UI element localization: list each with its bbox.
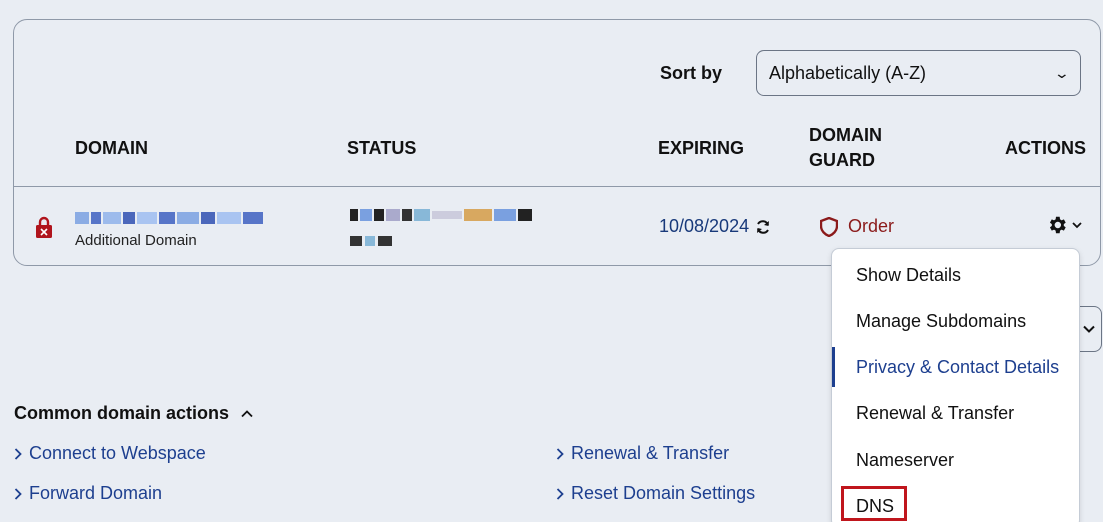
column-header-guard-1: DOMAIN	[809, 125, 882, 145]
guard-order-text: Order	[848, 216, 895, 236]
sort-selected-value: Alphabetically (A-Z)	[769, 62, 927, 83]
sort-label: Sort by	[660, 63, 723, 83]
chevron-up-icon	[241, 409, 253, 417]
column-header-status: STATUS	[347, 138, 417, 158]
expiring-date-text: 10/08/2024	[659, 216, 750, 236]
link-renewal-transfer[interactable]: Renewal & Transfer	[556, 443, 729, 464]
link-forward-domain[interactable]: Forward Domain	[14, 483, 162, 504]
chevron-right-icon	[556, 487, 564, 500]
chevron-right-icon	[14, 447, 22, 460]
column-header-guard-2: GUARD	[809, 150, 875, 170]
menu-item-renewal-transfer[interactable]: Renewal & Transfer	[856, 403, 1014, 424]
shield-icon	[820, 216, 838, 237]
domain-table-panel: Sort by Alphabetically (A-Z) ⌄ DOMAIN ST…	[13, 19, 1101, 266]
chevron-right-icon	[14, 487, 22, 500]
menu-item-dns[interactable]: DNS	[856, 496, 894, 517]
actions-gear-button[interactable]	[1046, 214, 1082, 236]
domain-guard-order-link[interactable]: Order	[820, 216, 894, 237]
link-forward-domain-text: Forward Domain	[29, 483, 163, 503]
menu-item-nameserver[interactable]: Nameserver	[856, 450, 954, 471]
chevron-down-icon	[1083, 325, 1095, 333]
link-renewal-transfer-text: Renewal & Transfer	[571, 443, 730, 463]
expiring-date: 10/08/2024	[659, 216, 771, 237]
header-divider	[14, 186, 1100, 187]
chevron-down-icon	[1072, 222, 1082, 229]
redacted-text	[75, 208, 287, 228]
actions-dropdown-menu: Show Details Manage Subdomains Privacy &…	[831, 248, 1080, 522]
refresh-icon	[757, 219, 770, 234]
column-header-domain: DOMAIN	[75, 138, 148, 158]
link-reset-domain-settings-text: Reset Domain Settings	[571, 483, 756, 503]
chevron-down-icon: ⌄	[1053, 64, 1071, 81]
domain-name-redacted[interactable]	[75, 208, 287, 228]
column-header-expiring: EXPIRING	[658, 138, 745, 158]
link-connect-webspace[interactable]: Connect to Webspace	[14, 443, 206, 464]
sort-select[interactable]: Alphabetically (A-Z) ⌄	[756, 50, 1081, 96]
chevron-right-icon	[556, 447, 564, 460]
link-reset-domain-settings[interactable]: Reset Domain Settings	[556, 483, 755, 504]
menu-item-show-details[interactable]: Show Details	[856, 265, 961, 286]
domain-type-label: Additional Domain	[75, 232, 197, 249]
link-connect-webspace-text: Connect to Webspace	[29, 443, 206, 463]
menu-active-indicator	[832, 347, 835, 387]
common-actions-header[interactable]: Common domain actions	[14, 403, 253, 424]
status-redacted	[350, 207, 562, 255]
gear-icon	[1049, 216, 1066, 234]
column-header-actions: ACTIONS	[1005, 138, 1086, 158]
menu-item-privacy-contact[interactable]: Privacy & Contact Details	[856, 357, 1059, 378]
common-actions-title: Common domain actions	[14, 403, 230, 423]
menu-item-manage-subdomains[interactable]: Manage Subdomains	[856, 311, 1026, 332]
lock-icon	[36, 216, 52, 238]
